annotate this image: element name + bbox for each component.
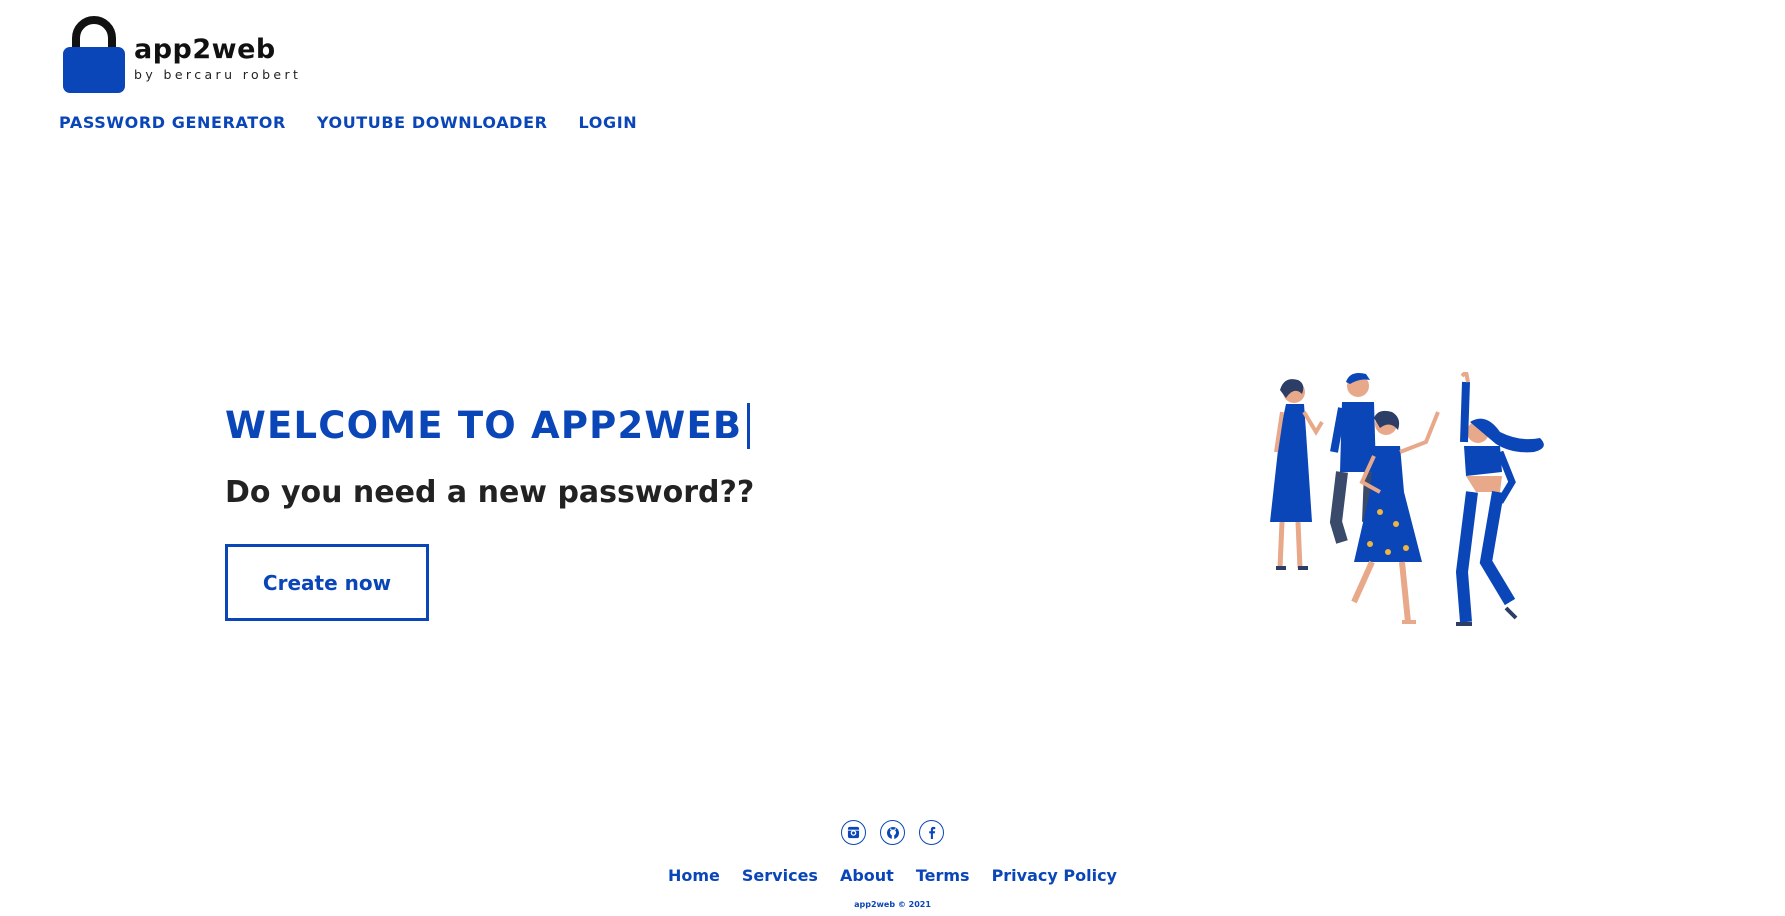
social-links: [0, 820, 1785, 845]
person-woman-dancing: [1455, 372, 1544, 626]
copyright: app2web © 2021: [854, 900, 931, 909]
footer-link-terms[interactable]: Terms: [916, 865, 970, 887]
brand-name: app2web: [134, 34, 276, 65]
nav-login[interactable]: LOGIN: [579, 112, 638, 134]
person-woman-dress: [1270, 379, 1324, 570]
main-nav: PASSWORD GENERATOR YOUTUBE DOWNLOADER LO…: [59, 112, 637, 134]
instagram-glyph: [847, 826, 860, 839]
brand-logo-link[interactable]: app2web by bercaru robert: [62, 14, 301, 94]
footer-link-privacy-policy[interactable]: Privacy Policy: [992, 865, 1117, 887]
brand-tagline: by bercaru robert: [134, 67, 302, 82]
lock-icon: [63, 16, 125, 93]
brand-text: app2web by bercaru robert: [134, 36, 301, 83]
nav-password-generator[interactable]: PASSWORD GENERATOR: [59, 112, 286, 134]
github-glyph: [886, 826, 899, 839]
footer-link-services[interactable]: Services: [742, 865, 818, 887]
nav-youtube-downloader[interactable]: YOUTUBE DOWNLOADER: [317, 112, 548, 134]
people-illustration: [1270, 372, 1544, 626]
hero-title: WELCOME TO APP2WEB: [225, 400, 754, 452]
typing-cursor: [747, 403, 751, 449]
create-now-button[interactable]: Create now: [225, 544, 429, 621]
hero-section: WELCOME TO APP2WEB Do you need a new pas…: [225, 400, 754, 621]
instagram-icon[interactable]: [841, 820, 866, 845]
page: app2web by bercaru robert PASSWORD GENER…: [0, 0, 1785, 916]
footer-link-about[interactable]: About: [840, 865, 894, 887]
footer-links: Home Services About Terms Privacy Policy: [0, 865, 1785, 887]
facebook-icon[interactable]: [919, 820, 944, 845]
facebook-glyph: [928, 826, 935, 839]
hero-title-text: WELCOME TO APP2WEB: [225, 404, 743, 447]
footer-link-home[interactable]: Home: [668, 865, 720, 887]
hero-subtitle: Do you need a new password??: [225, 475, 755, 510]
github-icon[interactable]: [880, 820, 905, 845]
